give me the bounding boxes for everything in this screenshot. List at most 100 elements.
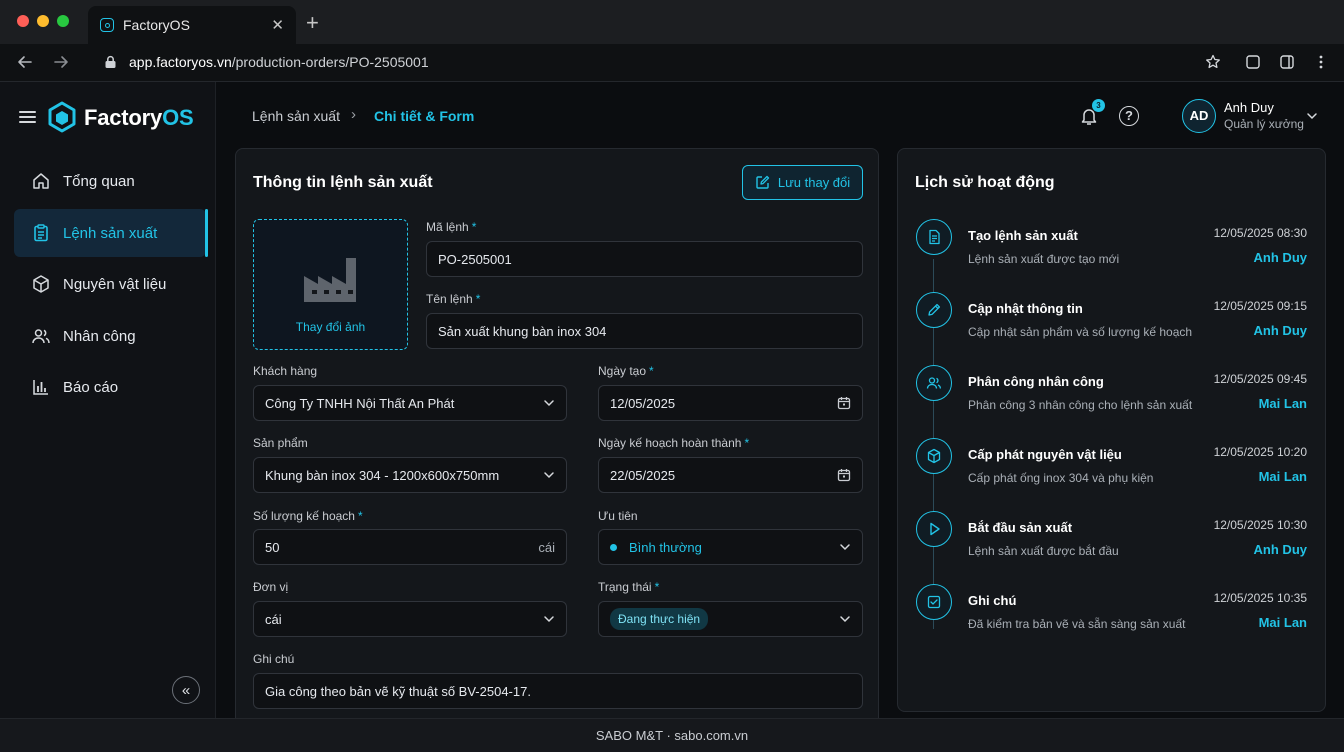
history-item-desc: Phân công 3 nhân công cho lệnh sản xuất — [968, 398, 1193, 412]
history-item-user[interactable]: Anh Duy — [1254, 250, 1307, 265]
history-item-title: Ghi chú — [968, 593, 1017, 608]
calendar-icon[interactable] — [837, 468, 851, 482]
home-icon — [33, 173, 49, 189]
calendar-icon[interactable] — [837, 396, 851, 410]
planned-date-input[interactable]: 22/05/2025 — [598, 457, 863, 493]
order-code-input[interactable]: PO-2505001 — [426, 241, 863, 277]
factory-icon — [302, 256, 360, 309]
close-window-button[interactable] — [17, 15, 29, 27]
users-icon — [916, 365, 952, 401]
minimize-window-button[interactable] — [37, 15, 49, 27]
history-item-desc: Cấp phát ống inox 304 và phụ kiện — [968, 471, 1154, 485]
history-item-title: Bắt đầu sản xuất — [968, 520, 1073, 535]
sidebar-item-overview[interactable]: Tổng quan — [14, 157, 206, 205]
history-item-time: 12/05/2025 09:45 — [1213, 372, 1307, 386]
history-item-desc: Đã kiểm tra bản vẽ và sẵn sàng sản xuất — [968, 617, 1186, 631]
help-icon[interactable]: ? — [1119, 106, 1139, 126]
chevron-down-icon[interactable] — [1306, 109, 1318, 127]
hamburger-menu-icon[interactable] — [19, 111, 36, 123]
pencil-icon — [916, 292, 952, 328]
sidebar-item-labor[interactable]: Nhân công — [14, 312, 206, 360]
save-changes-label: Lưu thay đổi — [777, 175, 851, 190]
tab-title: FactoryOS — [123, 17, 190, 33]
priority-select[interactable]: Bình thường — [598, 529, 863, 565]
sidebar-item-reports[interactable]: Báo cáo — [14, 363, 206, 411]
sidebar: FactoryOS Tổng quan Lệnh sản xuất Nguyên… — [0, 82, 216, 718]
chevron-down-icon — [840, 616, 850, 623]
planned-date-label: Ngày kế hoạch hoàn thành * — [598, 436, 750, 450]
created-date-input[interactable]: 12/05/2025 — [598, 385, 863, 421]
history-item-time: 12/05/2025 10:20 — [1213, 445, 1307, 459]
breadcrumb-separator-icon: › — [351, 106, 356, 123]
user-role: Quản lý xưởng — [1224, 117, 1304, 131]
status-label: Trạng thái * — [598, 580, 660, 594]
history-item-title: Phân công nhân công — [968, 374, 1104, 389]
sidebar-item-label: Báo cáo — [63, 378, 119, 396]
history-item-title: Tạo lệnh sản xuất — [968, 228, 1078, 243]
history-item-user[interactable]: Mai Lan — [1259, 615, 1307, 630]
image-upload-box[interactable]: Thay đổi ảnh — [253, 219, 408, 350]
customer-select[interactable]: Công Ty TNHH Nội Thất An Phát — [253, 385, 567, 421]
play-icon — [916, 511, 952, 547]
favicon-icon — [100, 18, 114, 32]
sidebar-item-label: Tổng quan — [63, 172, 135, 190]
chevron-down-icon — [544, 616, 554, 623]
forward-arrow-icon[interactable] — [52, 53, 70, 74]
sidebar-item-label: Lệnh sản xuất — [63, 224, 158, 242]
product-select[interactable]: Khung bàn inox 304 - 1200x600x750mm — [253, 457, 567, 493]
avatar[interactable]: AD — [1182, 99, 1216, 133]
sidebar-item-production-orders[interactable]: Lệnh sản xuất — [14, 209, 208, 257]
created-date-label: Ngày tạo * — [598, 364, 654, 378]
history-item-time: 12/05/2025 10:35 — [1213, 591, 1307, 605]
history-item-desc: Cập nhật sản phẩm và số lượng kế hoạch — [968, 325, 1193, 339]
double-chevron-left-icon: « — [181, 681, 191, 699]
notification-badge: 3 — [1092, 99, 1105, 112]
history-item-user[interactable]: Mai Lan — [1259, 396, 1307, 411]
order-code-label: Mã lệnh * — [426, 220, 477, 234]
qty-unit-suffix: cái — [538, 539, 555, 555]
history-item-title: Cấp phát nguyên vật liệu — [968, 447, 1122, 462]
new-tab-icon[interactable]: + — [306, 11, 319, 35]
save-changes-button[interactable]: Lưu thay đổi — [742, 165, 863, 200]
order-name-label: Tên lệnh * — [426, 292, 481, 306]
priority-label: Ưu tiên — [598, 509, 638, 523]
history-title: Lịch sử hoạt động — [915, 174, 1055, 191]
tab-close-icon[interactable]: ✕ — [271, 16, 284, 34]
sidebar-panel-icon[interactable] — [1279, 54, 1295, 70]
note-textarea[interactable]: Gia công theo bản vẽ kỹ thuật số BV-2504… — [253, 673, 863, 709]
order-name-input[interactable]: Sản xuất khung bàn inox 304 — [426, 313, 863, 349]
unit-select[interactable]: cái — [253, 601, 567, 637]
order-form-card: Thông tin lệnh sản xuất Lưu thay đổi Tha… — [235, 148, 879, 728]
sidebar-item-materials[interactable]: Nguyên vật liệu — [14, 260, 206, 308]
bookmark-star-icon[interactable] — [1205, 54, 1221, 70]
users-icon — [32, 329, 50, 344]
planned-qty-label: Số lượng kế hoạch * — [253, 509, 363, 523]
history-item-user[interactable]: Mai Lan — [1259, 469, 1307, 484]
history-item-user[interactable]: Anh Duy — [1254, 542, 1307, 557]
breadcrumb-current: Chi tiết & Form — [374, 108, 475, 124]
unit-label: Đơn vị — [253, 580, 289, 594]
priority-dot-icon — [610, 543, 617, 551]
planned-qty-input[interactable]: 50 cái — [253, 529, 567, 565]
status-badge: Đang thực hiện — [610, 608, 709, 630]
chevron-down-icon — [840, 544, 850, 551]
maximize-window-button[interactable] — [57, 15, 69, 27]
box-icon — [33, 275, 49, 293]
clipboard-icon — [34, 224, 48, 242]
lock-icon — [104, 55, 117, 74]
browser-tab[interactable]: FactoryOS ✕ — [88, 6, 296, 44]
history-item-time: 12/05/2025 10:30 — [1213, 518, 1307, 532]
breadcrumb-parent[interactable]: Lệnh sản xuất — [252, 108, 340, 124]
product-label: Sản phẩm — [253, 436, 308, 450]
browser-menu-icon[interactable] — [1313, 54, 1329, 70]
status-select[interactable]: Đang thực hiện — [598, 601, 863, 637]
back-arrow-icon[interactable] — [16, 53, 34, 74]
history-item-user[interactable]: Anh Duy — [1254, 323, 1307, 338]
chevron-down-icon — [544, 472, 554, 479]
collapse-sidebar-button[interactable]: « — [172, 676, 200, 704]
history-item-desc: Lệnh sản xuất được tạo mới — [968, 252, 1120, 266]
history-item-time: 12/05/2025 08:30 — [1213, 226, 1307, 240]
extensions-icon[interactable] — [1245, 54, 1261, 70]
url-text[interactable]: app.factoryos.vn/production-orders/PO-25… — [129, 54, 429, 70]
user-name[interactable]: Anh Duy — [1224, 100, 1274, 115]
